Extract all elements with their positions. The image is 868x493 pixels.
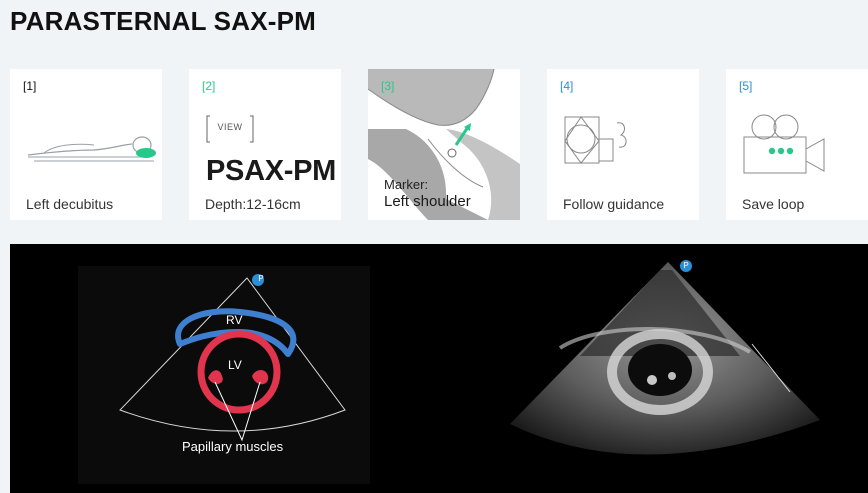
- marker-label: Marker:: [384, 177, 429, 192]
- heart-outline-icon: [564, 116, 627, 164]
- step-card-view: [2] VIEW PSAX-PM Depth:12-16cm: [189, 69, 341, 220]
- step-card-save: [5] Save loop: [726, 69, 868, 220]
- probe-marker: P: [683, 261, 689, 270]
- step-card-guidance: [4] Follow guidance: [547, 69, 699, 220]
- patient-lying-icon: [27, 136, 156, 162]
- rv-label: RV: [226, 313, 243, 327]
- step-label: Save loop: [742, 196, 805, 212]
- step-label: Depth:12-16cm: [205, 196, 301, 212]
- video-camera-icon: [743, 114, 825, 174]
- step-number: [5]: [739, 79, 753, 93]
- step-number: [3]: [381, 79, 395, 93]
- step-card-marker: [3] Marker: Left shoulder: [368, 69, 520, 220]
- view-code: PSAX-PM: [206, 155, 337, 187]
- step-card-position: [1] Left decubitus: [10, 69, 162, 220]
- view-tag: VIEW: [205, 114, 255, 144]
- view-tag-text: VIEW: [217, 122, 243, 132]
- step-label: Follow guidance: [563, 196, 665, 212]
- step-number: [1]: [23, 79, 37, 93]
- step-number: [2]: [202, 79, 216, 93]
- step-number: [4]: [560, 79, 574, 93]
- ultrasound-image: [510, 260, 820, 455]
- papillary-label: Papillary muscles: [182, 439, 284, 454]
- page-title: PARASTERNAL SAX-PM: [10, 6, 316, 36]
- marker-value: Left shoulder: [384, 193, 471, 210]
- image-panel: RV LV Papillary muscles P P: [10, 244, 868, 493]
- probe-marker: P: [258, 274, 264, 283]
- lv-label: LV: [228, 358, 242, 372]
- step-label: Left decubitus: [26, 196, 114, 212]
